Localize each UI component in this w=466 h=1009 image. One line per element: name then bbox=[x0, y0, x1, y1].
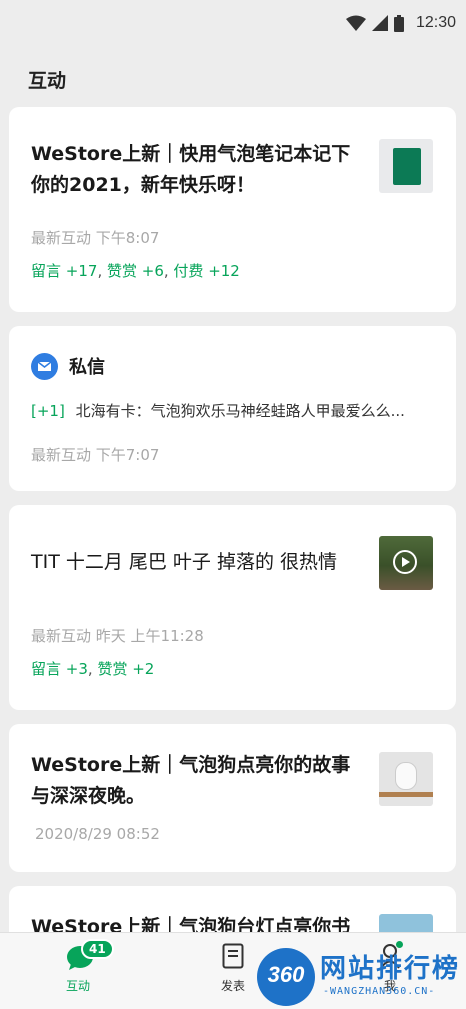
status-time: 12:30 bbox=[415, 14, 456, 31]
latest-interaction-time: 最新互动 昨天 上午11:28 bbox=[31, 627, 204, 645]
watermark: 360 网站排行榜 -WANGZHAN360.CN- bbox=[255, 944, 466, 1008]
article-title: TIT 十二月 尾巴 叶子 掉落的 很热情 bbox=[31, 551, 338, 573]
message-preview: [+1] 北海有卡：气泡狗欢乐马神经蛙路人甲最爱么么... bbox=[31, 402, 405, 420]
notebook-thumbnail bbox=[379, 139, 433, 193]
play-icon bbox=[393, 550, 417, 574]
article-title: WeStore上新｜气泡狗点亮你的故事 与深深夜晚。 bbox=[31, 754, 351, 807]
publish-date: 2020/8/29 08:52 bbox=[35, 825, 160, 843]
tab-label: 互动 bbox=[65, 979, 90, 993]
interaction-stats: 留言 +17, 赞赏 +6, 付费 +12 bbox=[31, 262, 240, 280]
unread-badge: 41 bbox=[81, 939, 114, 959]
latest-interaction-time: 最新互动 下午7:07 bbox=[31, 446, 160, 464]
owl-lamp-thumbnail bbox=[379, 752, 433, 806]
status-bar: 12:30 bbox=[0, 0, 466, 48]
latest-interaction-time: 最新互动 下午8:07 bbox=[31, 229, 160, 247]
article-title: WeStore上新｜快用气泡笔记本记下 你的2021，新年快乐呀！ bbox=[31, 143, 351, 196]
comments-stat[interactable]: 留言 +3 bbox=[31, 660, 88, 678]
private-message-card[interactable]: 私信 [+1] 北海有卡：气泡狗欢乐马神经蛙路人甲最爱么么... 最新互动 下午… bbox=[9, 326, 456, 491]
signal-icon bbox=[371, 15, 388, 31]
watermark-subtitle: -WANGZHAN360.CN- bbox=[323, 986, 436, 997]
article-card[interactable]: TIT 十二月 尾巴 叶子 掉落的 很热情 最新互动 昨天 上午11:28 留言… bbox=[9, 505, 456, 710]
watermark-brand: 网站排行榜 bbox=[320, 954, 461, 984]
document-icon bbox=[222, 943, 244, 969]
article-card[interactable]: WeStore上新｜快用气泡笔记本记下 你的2021，新年快乐呀！ 最新互动 下… bbox=[9, 107, 456, 312]
video-thumbnail[interactable] bbox=[379, 536, 433, 590]
unread-count: [+1] bbox=[31, 402, 65, 420]
private-message-header: 私信 bbox=[69, 357, 105, 378]
tips-stat[interactable]: 赞赏 +6 bbox=[107, 262, 164, 280]
page-title: 互动 bbox=[28, 70, 67, 92]
comments-stat[interactable]: 留言 +17 bbox=[31, 262, 97, 280]
message-icon bbox=[31, 353, 58, 380]
battery-icon bbox=[393, 14, 404, 32]
watermark-number: 360 bbox=[267, 962, 305, 987]
tips-stat[interactable]: 赞赏 +2 bbox=[97, 660, 154, 678]
tab-interaction[interactable]: 41 互动 bbox=[28, 933, 128, 1009]
article-card[interactable]: WeStore上新｜气泡狗点亮你的故事 与深深夜晚。 2020/8/29 08:… bbox=[9, 724, 456, 872]
paid-stat[interactable]: 付费 +12 bbox=[173, 262, 239, 280]
interaction-stats: 留言 +3, 赞赏 +2 bbox=[31, 660, 155, 678]
wifi-icon bbox=[345, 15, 366, 31]
